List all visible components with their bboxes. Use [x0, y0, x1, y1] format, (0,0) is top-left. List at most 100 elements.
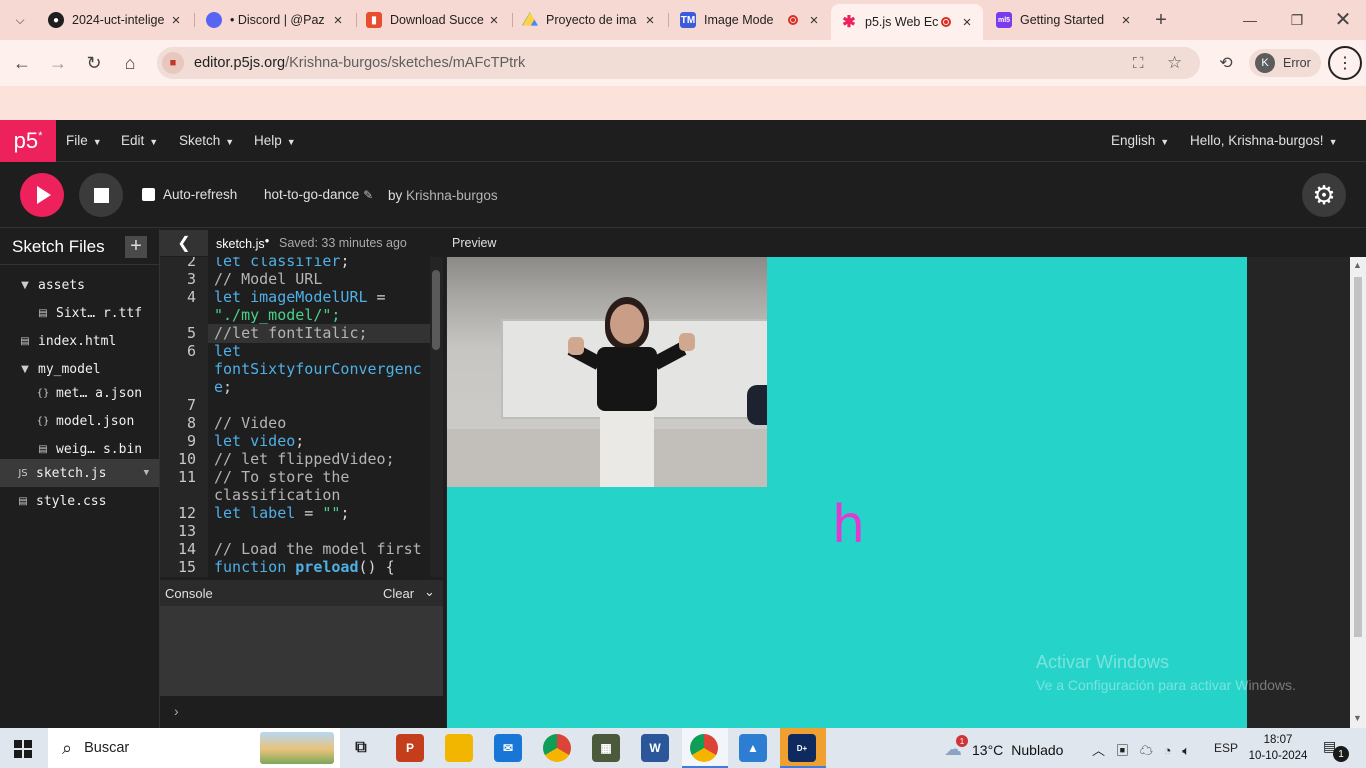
task-view-icon[interactable]: ⧉	[347, 734, 375, 762]
weather-widget[interactable]: ☁ 1 13°C Nublado	[944, 735, 1063, 760]
site-info-icon[interactable]: ■	[162, 52, 184, 74]
chevron-down-icon[interactable]: ⌄	[424, 584, 435, 600]
tab-drive[interactable]: Proyecto de ima ×	[512, 6, 666, 34]
translate-icon[interactable]: ⛶	[1133, 55, 1144, 72]
input-language[interactable]: ESP	[1214, 741, 1238, 755]
file-explorer-icon[interactable]	[445, 734, 473, 762]
onedrive-icon[interactable]: ☁	[1140, 743, 1153, 758]
file-font[interactable]: ▤ Sixt… r.ttf	[0, 299, 159, 327]
user-menu[interactable]: Hello, Krishna-burgos! ▼	[1190, 133, 1338, 148]
teachable-machine-icon: TM	[680, 12, 696, 28]
tab-title: 2024-uct-intelige	[72, 13, 165, 27]
editor-scrollbar[interactable]	[432, 270, 440, 350]
line-number: 5	[186, 324, 196, 342]
close-tab-icon[interactable]: ×	[330, 12, 346, 29]
close-tab-icon[interactable]: ×	[1118, 12, 1134, 29]
menu-sketch[interactable]: Sketch ▼	[179, 133, 234, 148]
tab-download[interactable]: ▮ Download Succe ×	[356, 6, 510, 34]
auto-refresh-label: Auto-refresh	[163, 187, 238, 202]
tab-discord[interactable]: • Discord | @Paz ×	[196, 6, 354, 34]
windows-activation-title: Activar Windows	[1036, 652, 1170, 672]
tab-github[interactable]: ● 2024-uct-intelige ×	[38, 6, 192, 34]
restore-icon[interactable]: ❐	[1285, 8, 1309, 32]
home-icon[interactable]: ⌂	[118, 51, 142, 75]
close-tab-icon[interactable]: ×	[486, 12, 502, 29]
windows-start-icon[interactable]	[14, 740, 32, 758]
folder-assets[interactable]: ▼ assets	[0, 271, 159, 299]
file-options-icon[interactable]: ▼	[144, 468, 149, 478]
tab-search-icon[interactable]: ⌵	[8, 8, 32, 32]
code-editor[interactable]: 2 let classifier; 3 // Model URL 4 let i…	[160, 257, 443, 577]
preview-scrollbar[interactable]: ▲ ▼	[1350, 257, 1366, 728]
p5-logo[interactable]: p5 *	[0, 120, 56, 162]
url-path: /Krishna-burgos/sketches/mAFcTPtrk	[285, 55, 526, 71]
stop-button[interactable]	[79, 173, 123, 217]
chrome-icon[interactable]	[543, 734, 571, 762]
language-menu[interactable]: English ▼	[1111, 133, 1169, 148]
address-bar[interactable]: ■ editor.p5js.org/Krishna-burgos/sketche…	[157, 47, 1200, 79]
pencil-icon[interactable]: ✎	[363, 188, 373, 202]
settings-gear-icon[interactable]: ⚙	[1302, 173, 1346, 217]
close-tab-icon[interactable]: ×	[168, 12, 184, 29]
mail-icon[interactable]: ✉	[494, 734, 522, 762]
reload-icon[interactable]: ↻	[82, 51, 106, 75]
file-style-css[interactable]: ▤ style.css	[0, 487, 159, 515]
close-tab-icon[interactable]: ×	[642, 12, 658, 29]
scroll-up-icon[interactable]: ▲	[1353, 260, 1362, 270]
volume-icon[interactable]: 🔈︎	[1182, 743, 1190, 758]
caret-down-icon: ▼	[225, 137, 235, 147]
game-icon[interactable]: ▦	[592, 734, 620, 762]
menu-help[interactable]: Help ▼	[254, 133, 296, 148]
system-tray: ︿ ▣ ☁ ◔ 🔈︎	[1092, 740, 1190, 759]
file-metadata-json[interactable]: {} met… a.json	[0, 379, 159, 407]
wifi-icon[interactable]: ◔	[1164, 743, 1172, 758]
scroll-down-icon[interactable]: ▼	[1353, 713, 1362, 723]
menu-file[interactable]: File ▼	[66, 133, 102, 148]
tab-teachable-machine[interactable]: TM Image Mode ×	[670, 6, 830, 34]
network-monitor-icon[interactable]: ▣	[1116, 743, 1129, 758]
sketch-name[interactable]: hot-to-go-dance ✎	[264, 187, 373, 202]
add-file-icon[interactable]: +	[125, 235, 147, 258]
line-number: 7	[186, 396, 196, 414]
menu-edit[interactable]: Edit ▼	[121, 133, 158, 148]
file-index-html[interactable]: ▤ index.html	[0, 327, 159, 355]
author-link[interactable]: Krishna-burgos	[406, 188, 498, 203]
profile-button[interactable]: K Error	[1249, 49, 1321, 77]
line-number: 12	[177, 504, 196, 522]
close-tab-icon[interactable]: ×	[806, 12, 822, 29]
file-icon: ▤	[18, 495, 28, 507]
p5-navbar: p5 * File ▼ Edit ▼ Sketch ▼ Help ▼ English ▼ H…	[0, 120, 1366, 162]
chrome-profile-icon[interactable]	[690, 734, 718, 762]
extensions-icon[interactable]: ⟲	[1214, 51, 1238, 75]
tab-ml5[interactable]: ml5 Getting Started ×	[986, 6, 1142, 34]
back-icon[interactable]: ←	[10, 51, 34, 75]
play-button[interactable]	[20, 173, 64, 217]
new-tab-icon[interactable]: +	[1149, 8, 1173, 32]
file-sketch-js[interactable]: JS sketch.js ▼	[0, 459, 159, 487]
code-line: classification	[214, 486, 341, 504]
tab-p5js-active[interactable]: ✱ p5.js Web Ec ×	[831, 4, 983, 40]
auto-refresh-toggle[interactable]: Auto-refresh	[142, 187, 237, 202]
close-window-icon[interactable]: ✕	[1331, 7, 1355, 31]
auto-refresh-checkbox[interactable]	[142, 188, 155, 201]
file-model-json[interactable]: {} model.json	[0, 407, 159, 435]
show-hidden-icons[interactable]: ︿	[1092, 743, 1105, 758]
line-number: 8	[186, 414, 196, 432]
console-clear-button[interactable]: Clear	[383, 586, 414, 601]
console-input[interactable]: ›	[160, 697, 443, 728]
collapse-sidebar-icon[interactable]: ❮	[160, 230, 208, 256]
bookmark-star-icon[interactable]: ☆	[1167, 53, 1182, 73]
powerpoint-icon[interactable]: P	[396, 734, 424, 762]
taskbar-search[interactable]: ⌕ Buscar	[48, 728, 340, 768]
browser-menu-icon[interactable]: ⋮	[1328, 46, 1362, 80]
minimize-icon[interactable]: —	[1238, 8, 1262, 32]
forward-icon[interactable]: →	[46, 51, 70, 75]
word-icon[interactable]: W	[641, 734, 669, 762]
disney-plus-icon[interactable]: D+	[788, 734, 816, 762]
close-tab-icon[interactable]: ×	[959, 14, 975, 31]
clock[interactable]: 18:07 10-10-2024	[1247, 732, 1309, 764]
sketch-owner: by Krishna-burgos	[388, 188, 498, 203]
photos-icon[interactable]: ▲	[739, 734, 767, 762]
notifications-icon[interactable]: ▤ 1	[1323, 738, 1349, 762]
console-output	[160, 606, 443, 696]
